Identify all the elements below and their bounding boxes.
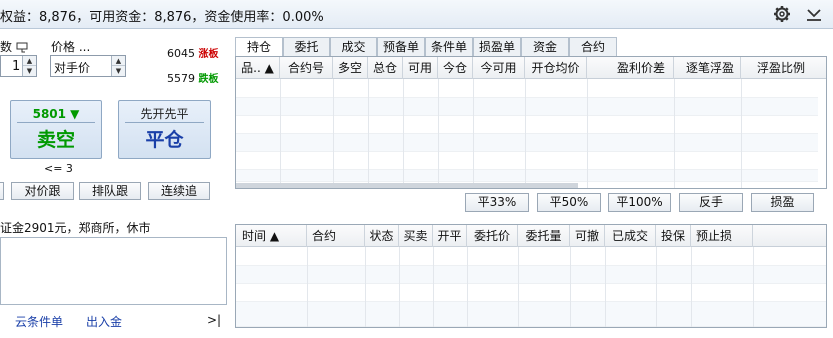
table-row [236, 134, 818, 152]
table-row [236, 248, 826, 266]
quantity-spin-buttons[interactable]: ▲ ▼ [22, 56, 36, 76]
table-row [236, 152, 818, 170]
column-header[interactable]: 总仓 [368, 57, 403, 79]
column-header[interactable]: 预止损 [691, 225, 753, 247]
collapse-icon[interactable]: >| [207, 313, 221, 327]
quantity-label: 数 [0, 38, 28, 55]
limit-down: 5579 跌板 [167, 70, 219, 85]
continuous-chase-button[interactable]: 连续追 [148, 182, 210, 200]
column-header[interactable]: 开平 [433, 225, 467, 247]
tab-conditional-orders[interactable]: 条件单 [425, 37, 473, 56]
column-header[interactable]: 买卖 [399, 225, 433, 247]
sell-short-button[interactable]: 5801 ▼ 卖空 [10, 100, 102, 159]
table-row [236, 80, 818, 98]
quantity-hint: <= 3 [44, 162, 73, 175]
column-header[interactable]: 开仓均价 [525, 57, 587, 79]
table-row [236, 284, 826, 302]
close-position-button[interactable]: 先开先平 平仓 [118, 100, 211, 159]
close-position-label: 平仓 [145, 129, 184, 151]
opponent-price-follow-button[interactable]: 对价跟 [11, 182, 74, 200]
column-header[interactable]: 时间 ▲ [236, 225, 307, 247]
position-tabs: 持仓 委托 成交 预备单 条件单 损盈单 资金 合约 [235, 37, 625, 57]
fund-transfer-link[interactable]: 出入金 [86, 313, 122, 330]
table-row [236, 302, 826, 327]
limit-up: 6045 涨板 [167, 45, 219, 60]
table-row [236, 266, 826, 284]
column-header[interactable]: 品.. ▲ [236, 57, 280, 79]
quantity-value[interactable]: 1 [12, 59, 20, 74]
account-summary-text: 权益：8,876，可用资金：8,876，资金使用率：0.00% [0, 10, 324, 25]
column-header[interactable]: 状态 [365, 225, 399, 247]
partial-button[interactable] [0, 182, 4, 200]
stop-profit-button[interactable]: 损盈 [751, 193, 814, 212]
tab-prepared-orders[interactable]: 预备单 [377, 37, 425, 56]
column-header[interactable]: 逐笔浮盈 [674, 57, 741, 79]
close-33-percent-button[interactable]: 平33% [465, 193, 529, 212]
orders-table-header: 时间 ▲ 合约 状态 买卖 开平 委托价 委托量 可撤 已成交 投保 预止损 [236, 225, 826, 247]
price-spin-buttons[interactable]: ▲ ▼ [111, 56, 125, 76]
positions-table[interactable]: 品.. ▲ 合约号 多空 总仓 可用 今仓 今可用 开仓均价 盈利价差 逐笔浮盈… [235, 56, 827, 189]
tab-trades[interactable]: 成交 [330, 37, 377, 56]
column-header[interactable]: 合约号 [280, 57, 333, 79]
orders-table[interactable]: 时间 ▲ 合约 状态 买卖 开平 委托价 委托量 可撤 已成交 投保 预止损 [235, 224, 827, 328]
note-box [0, 237, 227, 305]
horizontal-scrollbar[interactable] [236, 183, 578, 188]
tab-positions[interactable]: 持仓 [235, 37, 283, 57]
quantity-stepper[interactable]: 1 ▲ ▼ [0, 55, 37, 77]
account-summary-bar: 权益：8,876，可用资金：8,876，资金使用率：0.00% [0, 0, 833, 29]
column-header[interactable]: 合约 [307, 225, 365, 247]
column-header[interactable]: 今仓 [438, 57, 473, 79]
price-type-select[interactable]: 对手价 ▲ ▼ [50, 55, 126, 77]
column-header[interactable]: 多空 [333, 57, 368, 79]
column-header[interactable]: 可用 [403, 57, 438, 79]
queue-follow-button[interactable]: 排队跟 [79, 182, 141, 200]
download-icon[interactable] [804, 4, 824, 24]
tab-orders[interactable]: 委托 [283, 37, 330, 56]
gear-icon[interactable] [772, 4, 792, 24]
sell-short-price: 5801 ▼ [17, 105, 95, 123]
close-100-percent-button[interactable]: 平100% [608, 193, 671, 212]
tab-funds[interactable]: 资金 [521, 37, 569, 56]
positions-table-header: 品.. ▲ 合约号 多空 总仓 可用 今仓 今可用 开仓均价 盈利价差 逐笔浮盈… [236, 57, 826, 79]
limit-up-label: 涨板 [198, 49, 219, 60]
column-header[interactable]: 委托量 [518, 225, 570, 247]
reverse-position-button[interactable]: 反手 [679, 193, 743, 212]
column-header[interactable]: 可撤 [570, 225, 605, 247]
column-header[interactable]: 盈利价差 [587, 57, 674, 79]
sell-short-label: 卖空 [36, 129, 75, 151]
column-header[interactable]: 浮盈比例 [741, 57, 811, 79]
column-header[interactable]: 已成交 [605, 225, 656, 247]
tab-contracts[interactable]: 合约 [569, 37, 617, 56]
column-header[interactable]: 今可用 [473, 57, 525, 79]
table-row [236, 98, 818, 116]
quantity-dropdown-icon[interactable] [16, 42, 28, 53]
price-type-value[interactable]: 对手价 [54, 59, 90, 76]
cloud-conditional-order-link[interactable]: 云条件单 [15, 313, 63, 330]
table-row [236, 170, 818, 182]
limit-up-price: 6045 [167, 47, 195, 60]
table-row [236, 116, 818, 134]
column-header[interactable]: 投保 [656, 225, 691, 247]
close-50-percent-button[interactable]: 平50% [537, 193, 601, 212]
column-header[interactable]: 委托价 [467, 225, 518, 247]
close-mode-label: 先开先平 [125, 105, 204, 123]
contract-info: 证金2901元，郑商所，休市 [0, 221, 151, 235]
price-label[interactable]: 价格 ... [51, 38, 90, 55]
limit-down-price: 5579 [167, 72, 195, 85]
limit-down-label: 跌板 [198, 74, 219, 85]
tab-stop-profit-orders[interactable]: 损盈单 [473, 37, 521, 56]
